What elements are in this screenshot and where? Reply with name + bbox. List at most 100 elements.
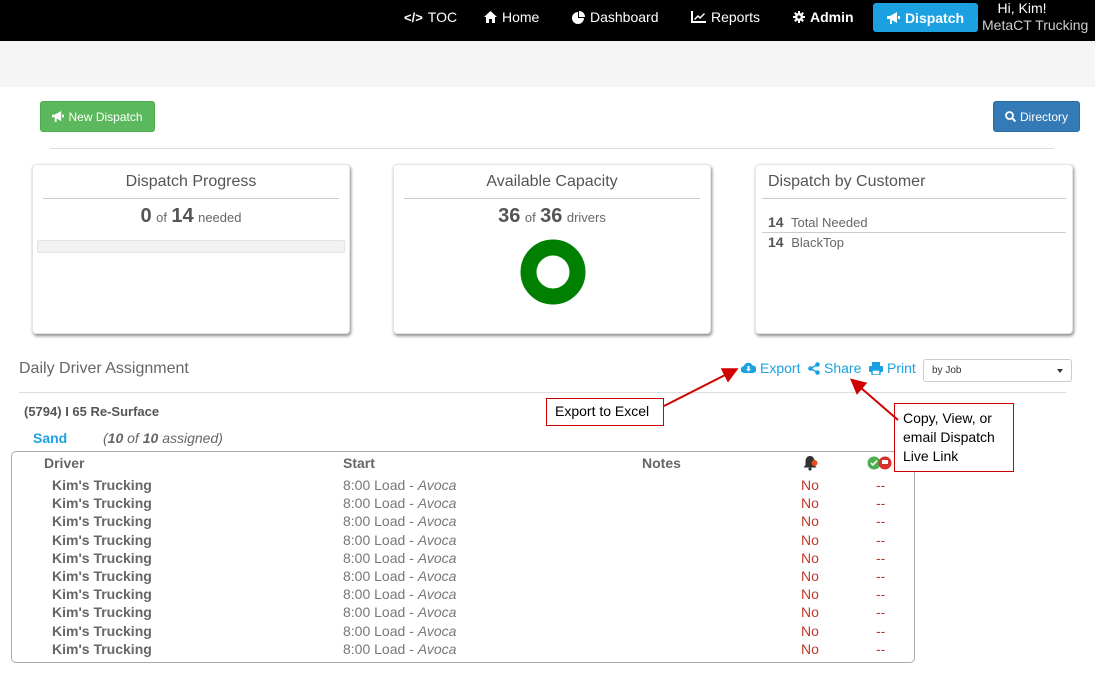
start-info: 8:00 Load - Avoca [343,568,456,584]
share-link[interactable]: Share [808,360,861,376]
pie-chart-icon [572,10,585,24]
share-label: Share [824,360,862,376]
customer-label: Total Needed [790,215,868,230]
needed-total: 14 [171,205,194,227]
table-row[interactable]: Kim's Trucking 8:00 Load - Avoca No -- [0,532,1095,550]
group-by-select[interactable]: by Job [923,359,1072,382]
nav-dashboard[interactable]: Dashboard [572,9,659,25]
needed-label: needed [198,210,242,225]
job-title[interactable]: (5794) I 65 Re-Surface [24,404,159,419]
table-row[interactable]: Kim's Trucking 8:00 Load - Avoca No -- [0,623,1095,641]
start-info: 8:00 Load - Avoca [343,495,456,511]
group-by-value: by Job [932,365,962,376]
greeting-text: Hi, Kim! [997,0,1047,16]
export-link[interactable]: Export [741,360,800,376]
message-status: -- [876,531,886,548]
panel-divider [762,198,1066,199]
notified-status: No [801,640,819,657]
export-label: Export [760,360,801,376]
driver-name[interactable]: Kim's Trucking [52,586,152,602]
start-time: 8:00 Load - [343,586,418,603]
driver-name[interactable]: Kim's Trucking [52,477,152,493]
panel-divider [43,198,339,199]
drivers-total: 36 [540,205,563,227]
panel-divider [404,198,700,199]
table-row[interactable]: Kim's Trucking 8:00 Load - Avoca No -- [0,604,1095,622]
driver-name[interactable]: Kim's Trucking [52,623,152,639]
divider [50,148,1054,149]
start-location: Avoca [417,477,457,493]
material-link[interactable]: Sand [33,430,67,446]
start-location: Avoca [417,604,457,621]
start-location: Avoca [417,622,457,639]
gear-icon [793,11,805,23]
start-time: 8:00 Load - [343,604,418,621]
dispatch-progress-panel: Dispatch Progress 0 of 14 needed [32,164,350,334]
nav-dispatch[interactable]: Dispatch [873,3,978,32]
start-location: Avoca [417,640,457,657]
start-location: Avoca [417,586,457,603]
print-link[interactable]: Print [869,360,916,376]
table-row[interactable]: Kim's Trucking 8:00 Load - Avoca No -- [0,586,1095,604]
driver-name[interactable]: Kim's Trucking [52,641,152,657]
driver-name[interactable]: Kim's Trucking [52,568,152,584]
nav-admin[interactable]: Admin [793,9,854,25]
of-label: of [524,210,536,225]
assigned-number: 10 [107,430,124,446]
nav-toc[interactable]: </> TOC [404,9,457,25]
start-location: Avoca [417,531,457,548]
header-strip [0,41,1095,87]
start-location: Avoca [417,549,457,566]
table-row[interactable]: Kim's Trucking 8:00 Load - Avoca No -- [0,568,1095,586]
driver-name[interactable]: Kim's Trucking [52,604,152,620]
start-info: 8:00 Load - Avoca [343,513,456,529]
notified-status: No [801,568,819,584]
caret-down-icon [1057,369,1063,373]
nav-home-label: Home [502,9,540,25]
row-divider [762,232,1066,233]
start-info: 8:00 Load - Avoca [343,586,456,602]
notified-status: No [801,513,819,530]
message-status: -- [876,513,886,530]
directory-button[interactable]: Directory [993,101,1080,132]
table-row[interactable]: Kim's Trucking 8:00 Load - Avoca No -- [0,641,1095,659]
assigned-total: 10 [142,430,159,446]
nav-dashboard-label: Dashboard [590,9,659,25]
start-time: 8:00 Load - [343,568,418,584]
driver-name[interactable]: Kim's Trucking [52,495,152,511]
message-status: -- [876,477,886,493]
available-capacity-panel: Available Capacity 36 of 36 drivers [393,164,711,334]
notified-status: No [801,477,819,493]
start-location: Avoca [417,568,457,584]
message-status: -- [876,640,886,657]
nav-reports[interactable]: Reports [691,9,760,25]
column-header-driver: Driver [44,455,85,471]
available-count: 36 [498,205,521,227]
share-icon [808,361,820,375]
column-header-notes: Notes [642,455,681,471]
notified-status: No [801,549,819,566]
assigned-label: assigned [162,430,219,446]
panel-title: Available Capacity [486,173,618,190]
table-row[interactable]: Kim's Trucking 8:00 Load - Avoca No -- [0,513,1095,531]
start-time: 8:00 Load - [343,477,418,493]
nav-home[interactable]: Home [484,9,539,25]
nav-toc-label: TOC [427,9,458,25]
message-status: -- [876,604,886,621]
customer-row[interactable]: 14 BlackTop [756,234,1072,250]
table-row[interactable]: Kim's Trucking 8:00 Load - Avoca No -- [0,550,1095,568]
driver-name[interactable]: Kim's Trucking [52,513,152,529]
driver-name[interactable]: Kim's Trucking [52,550,152,566]
driver-name[interactable]: Kim's Trucking [52,532,152,548]
nav-admin-label: Admin [810,9,854,25]
org-name: MetaCT Trucking [982,17,1089,33]
user-greeting[interactable]: Hi, Kim! MetaCT Trucking [982,0,1088,34]
home-icon [484,11,497,23]
nav-reports-label: Reports [711,9,761,25]
customer-count: 14 [768,214,784,230]
message-status: -- [876,495,886,512]
table-row[interactable]: Kim's Trucking 8:00 Load - Avoca No -- [0,495,1095,513]
new-dispatch-button[interactable]: New Dispatch [40,101,155,132]
dispatch-by-customer-panel: Dispatch by Customer 14 Total Needed 14 … [755,164,1073,334]
table-row[interactable]: Kim's Trucking 8:00 Load - Avoca No -- [0,477,1095,495]
